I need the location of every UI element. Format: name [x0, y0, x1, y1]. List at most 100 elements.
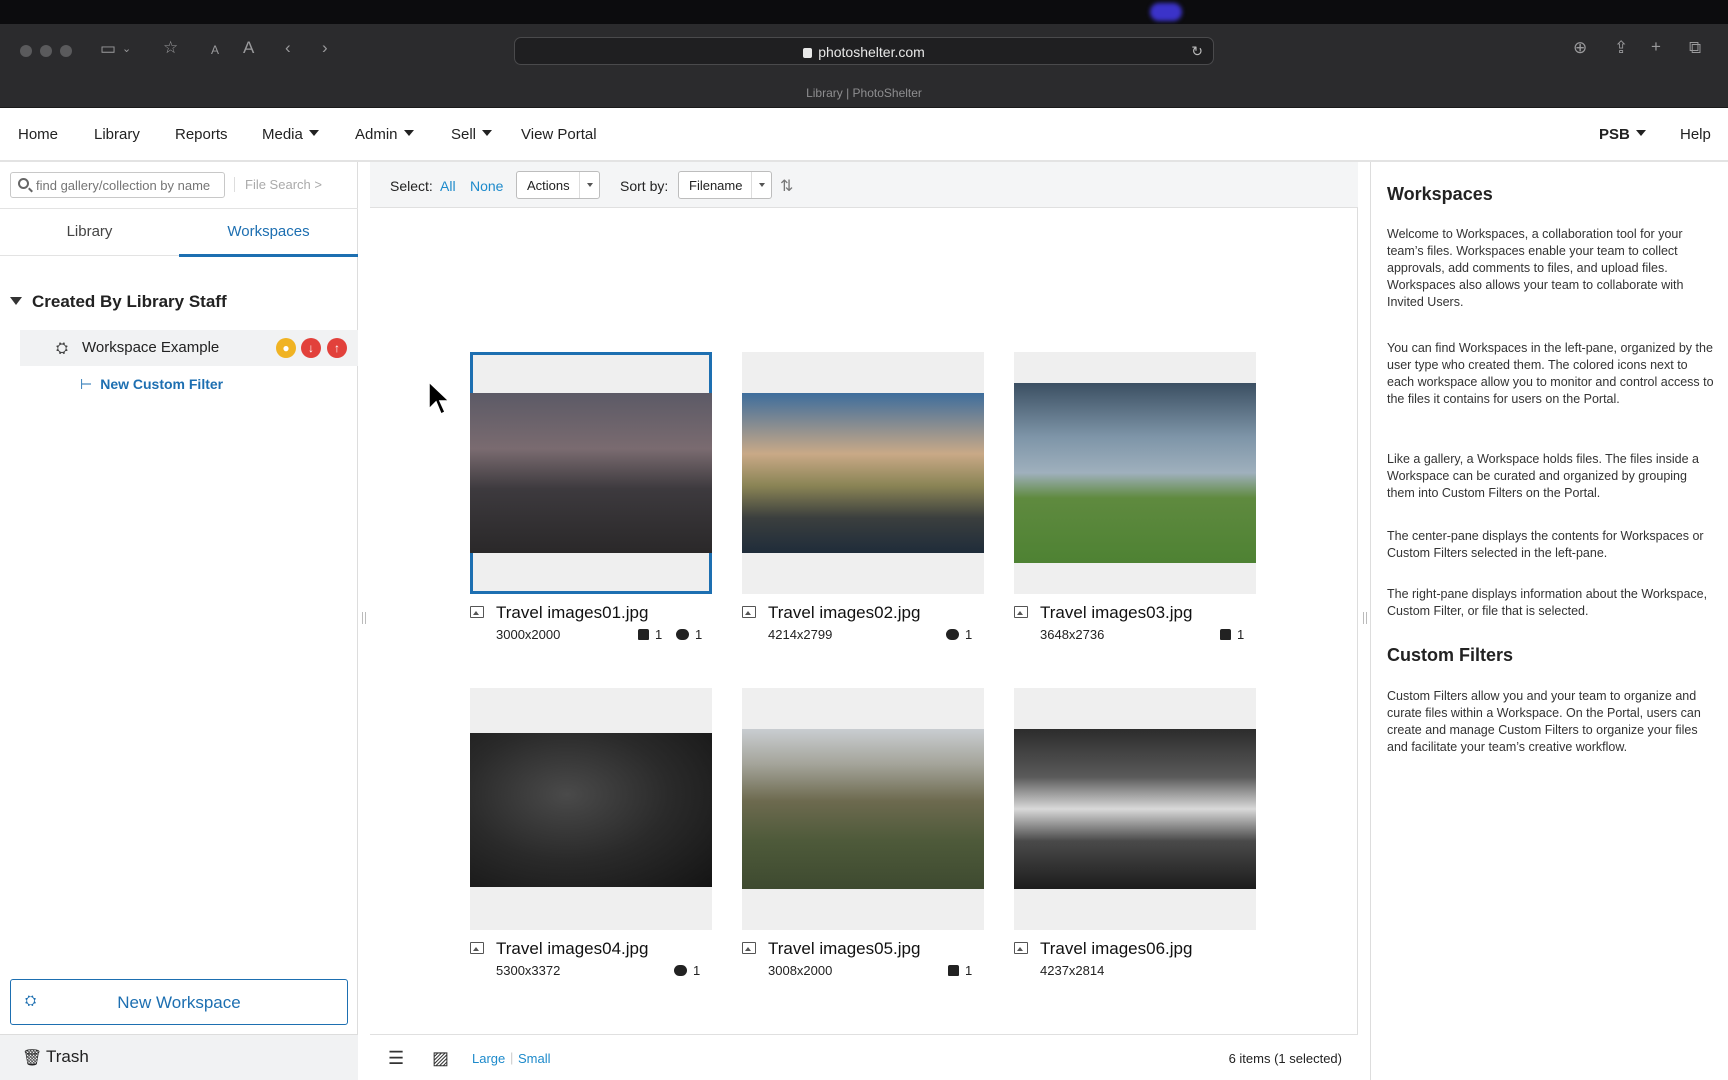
nav-home[interactable]: Home	[18, 108, 58, 162]
right-splitter-handle[interactable]	[1363, 612, 1367, 624]
comment-count[interactable]: 1	[676, 627, 702, 642]
thumbnail-frame[interactable]	[742, 688, 984, 930]
tab-workspaces[interactable]: Workspaces	[179, 209, 358, 257]
thumbnail-frame[interactable]	[742, 352, 984, 594]
info-paragraph: Custom Filters allow you and your team t…	[1387, 689, 1701, 754]
file-dimensions: 4214x2799	[768, 627, 833, 642]
gallery-search-box[interactable]	[10, 172, 225, 198]
image-file-icon	[1014, 942, 1028, 954]
info-paragraph: You can find Workspaces in the left-pane…	[1387, 341, 1714, 406]
star-icon[interactable]: ☆	[163, 38, 178, 58]
thumbnail-frame[interactable]	[470, 352, 712, 594]
thumbnail-image[interactable]	[470, 733, 712, 887]
new-tab-icon[interactable]: +	[1651, 37, 1661, 57]
file-name[interactable]: Travel images03.jpg	[1040, 603, 1192, 623]
file-card[interactable]: Travel images05.jpg 3008x2000 1	[742, 688, 984, 988]
nav-library[interactable]: Library	[94, 108, 140, 162]
sort-dropdown[interactable]: Filename	[678, 171, 772, 199]
tab-title[interactable]: Library | PhotoShelter	[0, 86, 1728, 100]
file-grid: Travel images01.jpg 3000x2000 1 1 Travel ima…	[370, 208, 1358, 1028]
chevron-down-icon	[579, 172, 599, 198]
large-size-link[interactable]: Large	[472, 1051, 505, 1066]
file-dimensions: 3000x2000	[496, 627, 561, 642]
new-workspace-button[interactable]: ⛭ New Workspace	[10, 979, 348, 1025]
select-all-link[interactable]: All	[440, 178, 456, 194]
thumbnail-image[interactable]	[1014, 729, 1256, 889]
file-card[interactable]: Travel images06.jpg 4237x2814	[1014, 688, 1256, 988]
file-name[interactable]: Travel images02.jpg	[768, 603, 920, 623]
text-larger-icon[interactable]: A	[243, 38, 254, 58]
approval-count[interactable]: 1	[638, 627, 662, 642]
close-window-button[interactable]	[20, 45, 32, 57]
nav-view-portal[interactable]: View Portal	[521, 108, 597, 162]
download-icon[interactable]: ⊕	[1573, 38, 1587, 58]
nav-admin-label: Admin	[355, 126, 398, 143]
file-dimensions: 3008x2000	[768, 963, 833, 978]
comment-icon	[674, 965, 687, 976]
sidebar-toggle-icon[interactable]: ▭	[100, 39, 116, 59]
custom-filter-item[interactable]: ⊢ New Custom Filter	[80, 376, 223, 393]
tab-overview-icon[interactable]: ⧉	[1689, 38, 1701, 58]
workspace-item[interactable]: ⛭ Workspace Example ● ↓ ↑	[20, 330, 358, 366]
new-workspace-label: New Workspace	[117, 993, 241, 1012]
comment-icon	[676, 629, 689, 640]
file-dimensions: 5300x3372	[496, 963, 561, 978]
address-bar[interactable]: photoshelter.com ↻	[514, 37, 1214, 65]
file-dimensions: 4237x2814	[1040, 963, 1105, 978]
thumbnail-image[interactable]	[742, 393, 984, 553]
tab-library[interactable]: Library	[0, 209, 179, 257]
list-view-icon[interactable]: ☰	[388, 1048, 404, 1069]
approval-count[interactable]: 1	[1220, 627, 1244, 642]
file-card[interactable]: Travel images03.jpg 3648x2736 1	[1014, 352, 1256, 652]
thumbnail-image[interactable]	[742, 729, 984, 889]
file-card[interactable]: Travel images01.jpg 3000x2000 1 1	[470, 352, 712, 652]
info-title-custom-filters: Custom Filters	[1387, 645, 1514, 665]
file-card[interactable]: Travel images04.jpg 5300x3372 1	[470, 688, 712, 988]
gallery-search-input[interactable]	[36, 176, 221, 194]
trash-item[interactable]: 🗑 Trash	[0, 1034, 358, 1080]
approval-count[interactable]: 1	[948, 963, 972, 978]
upload-status-icon[interactable]: ↑	[327, 338, 347, 358]
file-name[interactable]: Travel images04.jpg	[496, 939, 648, 959]
nav-media[interactable]: Media	[262, 108, 319, 162]
zoom-window-button[interactable]	[60, 45, 72, 57]
comment-count[interactable]: 1	[946, 627, 972, 642]
small-size-link[interactable]: Small	[518, 1051, 551, 1066]
actions-dropdown[interactable]: Actions	[516, 171, 600, 199]
trash-label: Trash	[46, 1047, 89, 1066]
nav-reports[interactable]: Reports	[175, 108, 228, 162]
nav-admin[interactable]: Admin	[355, 108, 414, 162]
thumbnail-frame[interactable]	[470, 688, 712, 930]
minimize-window-button[interactable]	[40, 45, 52, 57]
workspace-group-header[interactable]: Created By Library Staff	[10, 292, 227, 312]
file-name[interactable]: Travel images06.jpg	[1040, 939, 1192, 959]
actions-dropdown-label: Actions	[527, 178, 570, 193]
file-card[interactable]: Travel images02.jpg 4214x2799 1	[742, 352, 984, 652]
nav-media-label: Media	[262, 126, 303, 143]
thumbnail-frame[interactable]	[1014, 352, 1256, 594]
nav-account[interactable]: PSB	[1599, 108, 1646, 162]
select-none-link[interactable]: None	[470, 178, 503, 194]
reload-icon[interactable]: ↻	[1191, 43, 1203, 60]
workspace-group-title: Created By Library Staff	[32, 292, 227, 311]
back-icon[interactable]: ‹	[285, 38, 291, 58]
thumbnail-image[interactable]	[1014, 383, 1256, 563]
nav-sell[interactable]: Sell	[451, 108, 493, 162]
thumbnail-image[interactable]	[470, 393, 712, 553]
file-name[interactable]: Travel images05.jpg	[768, 939, 920, 959]
share-icon[interactable]: ⇪	[1614, 38, 1628, 58]
download-status-icon[interactable]: ↓	[301, 338, 321, 358]
comment-count[interactable]: 1	[674, 963, 700, 978]
thumbnail-frame[interactable]	[1014, 688, 1256, 930]
sort-direction-icon[interactable]: ⇅	[780, 176, 793, 196]
view-status-icon[interactable]: ●	[276, 338, 296, 358]
file-name[interactable]: Travel images01.jpg	[496, 603, 648, 623]
forward-icon[interactable]: ›	[322, 38, 328, 58]
thumbs-up-icon	[948, 965, 959, 976]
text-smaller-icon[interactable]: A	[211, 40, 219, 60]
file-search-link[interactable]: File Search >	[234, 177, 322, 192]
nav-help[interactable]: Help	[1680, 108, 1711, 162]
chevron-down-icon[interactable]: ⌄	[122, 39, 131, 59]
left-splitter-handle[interactable]	[362, 612, 366, 624]
thumbnail-view-icon[interactable]: ▨	[432, 1048, 449, 1069]
